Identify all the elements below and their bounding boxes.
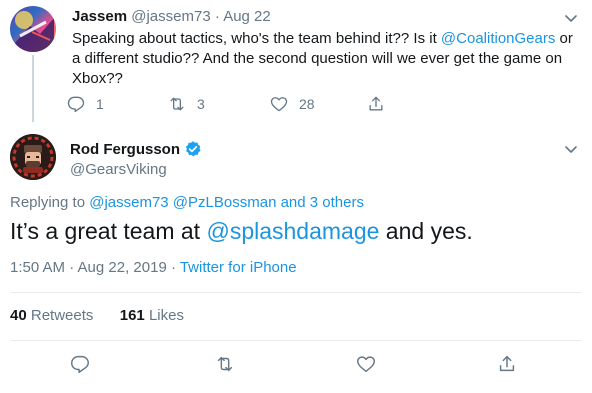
divider	[10, 340, 582, 341]
parent-tweet[interactable]: Jassem @jassem73 · Aug 22 Speaking about…	[0, 0, 592, 122]
separator-dot: ·	[214, 8, 220, 25]
like-button[interactable]: 28	[269, 92, 315, 116]
replying-to-line: Replying to @jassem73 @PzLBossman and 3 …	[10, 194, 364, 211]
replying-to-mentions[interactable]: @jassem73 @PzLBossman and 3 others	[89, 194, 364, 211]
reply-icon	[67, 96, 85, 113]
like-button[interactable]	[355, 353, 381, 379]
author-handle[interactable]: @jassem73	[131, 8, 210, 25]
reply-count: 1	[96, 96, 104, 112]
replying-to-prefix: Replying to	[10, 194, 90, 211]
mention-link[interactable]: @splashdamage	[206, 218, 379, 244]
share-icon	[369, 96, 383, 111]
avatar-jassem[interactable]	[10, 6, 56, 52]
verified-badge-icon	[185, 141, 201, 157]
author-name[interactable]: Rod Fergusson	[70, 141, 180, 158]
reply-button[interactable]	[69, 353, 95, 379]
retweet-button[interactable]: 3	[167, 92, 205, 116]
retweets-count: 40	[10, 307, 27, 324]
tweet-date[interactable]: Aug 22	[223, 8, 271, 25]
likes-count: 161	[119, 307, 145, 324]
parent-tweet-text: Speaking about tactics, who's the team b…	[72, 29, 584, 89]
main-author-row: Rod Fergusson	[70, 140, 202, 158]
main-tweet-text: It’s a great team at @splashdamage and y…	[10, 216, 473, 246]
share-button[interactable]	[366, 92, 386, 116]
reply-icon	[71, 355, 89, 373]
retweet-icon	[217, 356, 233, 372]
reply-button[interactable]: 1	[66, 92, 104, 116]
tweet-thread: Jassem @jassem73 · Aug 22 Speaking about…	[0, 0, 592, 393]
tweet-timestamp[interactable]: 1:50 AM · Aug 22, 2019 ·	[10, 259, 180, 276]
retweet-count: 3	[197, 96, 205, 112]
tweet-text-part: It’s a great team at	[10, 218, 207, 244]
tweet-text-part: and yes.	[379, 218, 473, 244]
divider	[10, 292, 582, 293]
retweet-button[interactable]	[214, 353, 240, 379]
heart-icon	[270, 97, 288, 112]
chevron-down-icon[interactable]	[562, 140, 580, 158]
parent-tweet-actions: 1 3 28	[66, 92, 406, 116]
retweet-icon	[170, 97, 184, 111]
heart-icon	[357, 356, 375, 373]
retweets-stat[interactable]: 40 Retweets	[10, 307, 93, 324]
tweet-text-part: Speaking about tactics, who's the team b…	[72, 30, 441, 47]
parent-tweet-header: Jassem @jassem73 · Aug 22	[72, 8, 271, 25]
mention-link[interactable]: @CoalitionGears	[441, 30, 555, 47]
author-name[interactable]: Jassem	[72, 8, 127, 25]
chevron-down-icon[interactable]	[562, 9, 580, 27]
likes-label: Likes	[148, 307, 184, 324]
tweet-timestamp-row: 1:50 AM · Aug 22, 2019 · Twitter for iPh…	[10, 259, 297, 276]
avatar-rod-fergusson[interactable]	[10, 134, 56, 180]
author-handle[interactable]: @GearsViking	[70, 161, 167, 178]
share-icon	[499, 355, 515, 372]
main-tweet-actions	[0, 353, 592, 379]
tweet-stats: 40 Retweets 161 Likes	[10, 307, 184, 324]
thread-connector-line	[32, 55, 34, 122]
main-tweet: Rod Fergusson @GearsViking Replying to @…	[0, 122, 592, 393]
like-count: 28	[299, 96, 315, 112]
tweet-client-link[interactable]: Twitter for iPhone	[180, 259, 297, 276]
retweets-label: Retweets	[30, 307, 94, 324]
likes-stat[interactable]: 161 Likes	[120, 307, 184, 324]
share-button[interactable]	[496, 353, 522, 379]
